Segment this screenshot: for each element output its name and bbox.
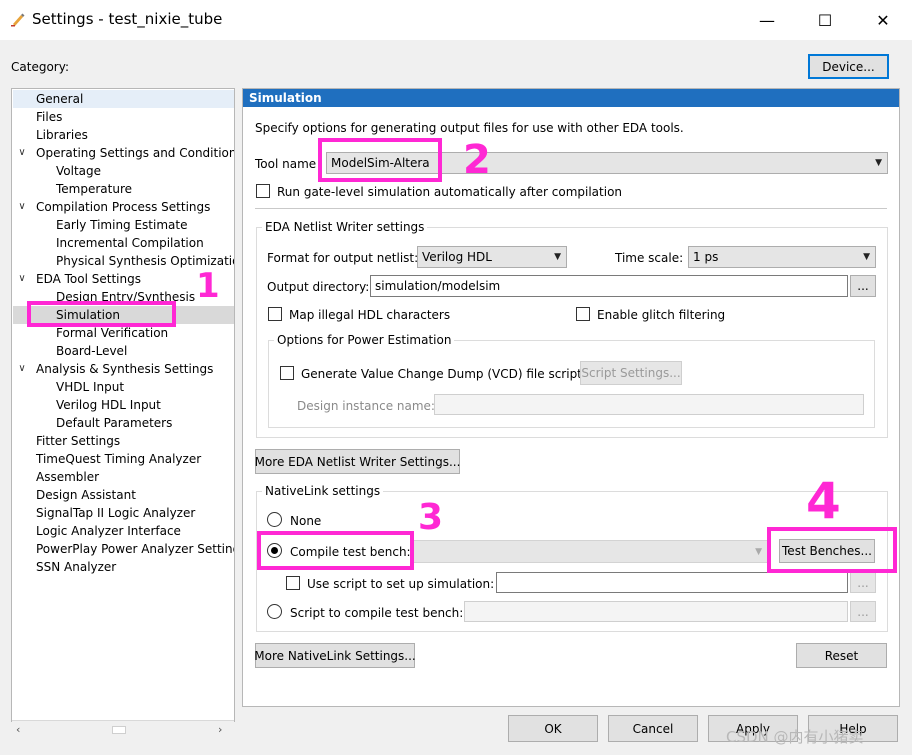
window-title: Settings - test_nixie_tube bbox=[32, 10, 223, 28]
highlight-simulation bbox=[27, 301, 176, 327]
script-settings-button[interactable]: Script Settings... bbox=[580, 361, 682, 385]
tree-item[interactable]: TimeQuest Timing Analyzer bbox=[36, 450, 201, 468]
panel-header: Simulation bbox=[243, 89, 899, 107]
tree-item[interactable]: Files bbox=[36, 108, 62, 126]
output-directory-input[interactable]: simulation/modelsim bbox=[370, 275, 848, 297]
output-directory-label: Output directory: bbox=[267, 280, 370, 294]
scroll-left-icon[interactable]: ‹ bbox=[16, 723, 20, 736]
use-script-checkbox[interactable] bbox=[286, 576, 300, 590]
tree-item[interactable]: VHDL Input bbox=[56, 378, 124, 396]
scroll-thumb[interactable] bbox=[112, 726, 126, 734]
use-script-browse-button[interactable]: ... bbox=[850, 572, 876, 593]
eda-netlist-group-title: EDA Netlist Writer settings bbox=[262, 220, 428, 234]
tree-item[interactable]: SSN Analyzer bbox=[36, 558, 116, 576]
design-instance-label: Design instance name: bbox=[297, 399, 435, 413]
category-label: Category: bbox=[11, 60, 69, 74]
use-script-label: Use script to set up simulation: bbox=[307, 577, 495, 591]
tree-item[interactable]: Board-Level bbox=[56, 342, 127, 360]
nativelink-group-title: NativeLink settings bbox=[262, 484, 384, 498]
tree-item[interactable]: Early Timing Estimate bbox=[56, 216, 187, 234]
format-dropdown[interactable]: Verilog HDL ▼ bbox=[417, 246, 567, 268]
generate-vcd-label: Generate Value Change Dump (VCD) file sc… bbox=[301, 367, 582, 381]
more-eda-settings-button[interactable]: More EDA Netlist Writer Settings... bbox=[255, 449, 460, 474]
none-radio[interactable] bbox=[267, 512, 282, 527]
chevron-down-icon: ▼ bbox=[755, 546, 762, 557]
test-bench-dropdown[interactable]: ▼ bbox=[412, 540, 768, 563]
tree-item[interactable]: Default Parameters bbox=[56, 414, 172, 432]
tree-item[interactable]: Assembler bbox=[36, 468, 99, 486]
tree-item[interactable]: Compilation Process Settings bbox=[36, 198, 210, 216]
tree-item[interactable]: Temperature bbox=[56, 180, 132, 198]
map-illegal-checkbox[interactable] bbox=[268, 307, 282, 321]
cancel-button[interactable]: Cancel bbox=[608, 715, 698, 742]
tree-item[interactable]: Operating Settings and Conditions bbox=[36, 144, 234, 162]
format-label: Format for output netlist: bbox=[267, 251, 419, 265]
tree-horizontal-scrollbar[interactable]: ‹ › bbox=[12, 720, 234, 738]
timescale-value: 1 ps bbox=[693, 250, 719, 264]
script-compile-radio[interactable] bbox=[267, 604, 282, 619]
tree-item[interactable]: Fitter Settings bbox=[36, 432, 120, 450]
script-compile-label: Script to compile test bench: bbox=[290, 606, 464, 620]
highlight-tool-name bbox=[318, 138, 442, 182]
run-gate-level-label: Run gate-level simulation automatically … bbox=[277, 185, 623, 199]
close-button[interactable]: ✕ bbox=[854, 0, 912, 40]
category-tree[interactable]: General Files Libraries ∨ Operating Settings… bbox=[11, 88, 235, 722]
tree-item[interactable]: Analysis & Synthesis Settings bbox=[36, 360, 213, 378]
expand-chevron-icon[interactable]: ∨ bbox=[16, 360, 28, 378]
script-compile-input[interactable] bbox=[464, 601, 848, 622]
generate-vcd-checkbox[interactable] bbox=[280, 366, 294, 380]
map-illegal-label: Map illegal HDL characters bbox=[289, 308, 451, 322]
highlight-test-benches bbox=[767, 527, 897, 573]
design-instance-input[interactable] bbox=[434, 394, 864, 415]
annotation-3: 3 bbox=[418, 497, 444, 538]
close-icon: ✕ bbox=[876, 10, 890, 30]
expand-chevron-icon[interactable]: ∨ bbox=[16, 270, 28, 288]
tree-item[interactable]: Libraries bbox=[36, 126, 88, 144]
minimize-icon: — bbox=[759, 10, 775, 30]
tool-name-label: Tool name bbox=[255, 157, 317, 171]
minimize-button[interactable]: — bbox=[738, 0, 796, 40]
more-nativelink-settings-button[interactable]: More NativeLink Settings... bbox=[254, 643, 416, 668]
tree-item[interactable]: General bbox=[36, 90, 83, 108]
tree-item[interactable]: Logic Analyzer Interface bbox=[36, 522, 181, 540]
timescale-dropdown[interactable]: 1 ps ▼ bbox=[688, 246, 876, 268]
annotation-4: 4 bbox=[806, 472, 841, 530]
timescale-label: Time scale: bbox=[615, 251, 684, 265]
tree-item[interactable]: Verilog HDL Input bbox=[56, 396, 161, 414]
glitch-filtering-checkbox[interactable] bbox=[576, 307, 590, 321]
tree-item[interactable]: PowerPlay Power Analyzer Settings bbox=[36, 540, 234, 558]
chevron-down-icon: ▼ bbox=[863, 252, 870, 262]
device-button[interactable]: Device... bbox=[808, 54, 889, 79]
script-compile-browse-button[interactable]: ... bbox=[850, 601, 876, 622]
scroll-right-icon[interactable]: › bbox=[218, 723, 222, 736]
reset-button[interactable]: Reset bbox=[796, 643, 887, 668]
maximize-icon: ☐ bbox=[817, 10, 833, 30]
expand-chevron-icon[interactable]: ∨ bbox=[16, 144, 28, 162]
tree-item[interactable]: Voltage bbox=[56, 162, 101, 180]
annotation-1: 1 bbox=[196, 266, 220, 306]
chevron-down-icon: ▼ bbox=[554, 252, 561, 262]
chevron-down-icon: ▼ bbox=[875, 158, 882, 168]
tree-item[interactable]: Design Assistant bbox=[36, 486, 136, 504]
annotation-2: 2 bbox=[463, 137, 491, 183]
watermark: CSDN @内有小猪卖 bbox=[726, 728, 864, 746]
power-estimation-title: Options for Power Estimation bbox=[274, 333, 455, 347]
panel-description: Specify options for generating output fi… bbox=[255, 121, 684, 135]
tree-item[interactable]: EDA Tool Settings bbox=[36, 270, 141, 288]
maximize-button[interactable]: ☐ bbox=[796, 0, 854, 40]
settings-app-icon bbox=[11, 13, 25, 27]
highlight-compile-test-bench bbox=[257, 531, 414, 570]
ok-button[interactable]: OK bbox=[508, 715, 598, 742]
output-directory-browse-button[interactable]: ... bbox=[850, 275, 876, 297]
expand-chevron-icon[interactable]: ∨ bbox=[16, 198, 28, 216]
run-gate-level-checkbox[interactable] bbox=[256, 184, 270, 198]
glitch-filtering-label: Enable glitch filtering bbox=[597, 308, 726, 322]
tree-item[interactable]: SignalTap II Logic Analyzer bbox=[36, 504, 195, 522]
format-value: Verilog HDL bbox=[422, 250, 492, 264]
tree-item[interactable]: Incremental Compilation bbox=[56, 234, 204, 252]
none-label: None bbox=[290, 514, 322, 528]
use-script-input[interactable] bbox=[496, 572, 848, 593]
